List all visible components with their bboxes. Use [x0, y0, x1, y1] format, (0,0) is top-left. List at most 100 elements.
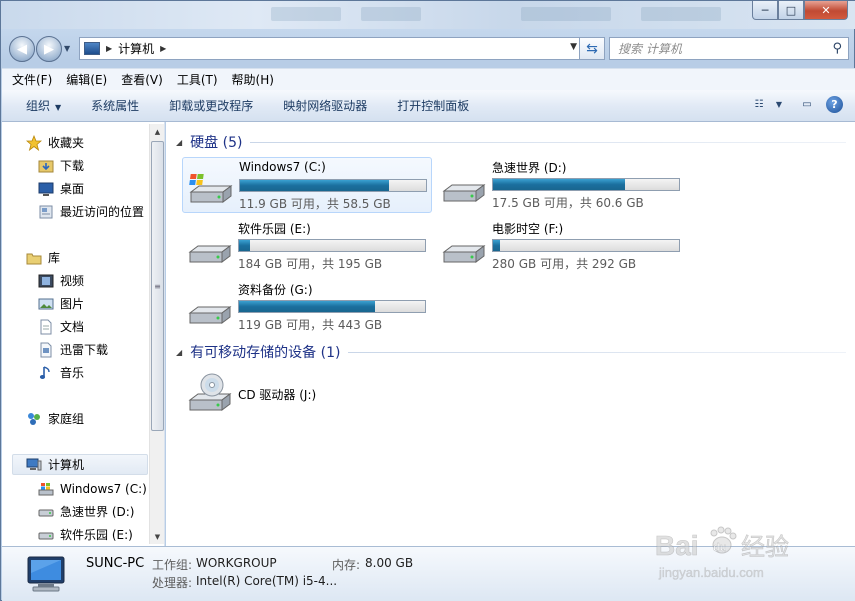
- drive-free-space: 184 GB 可用，共 195 GB: [238, 257, 383, 271]
- uninstall-program-button[interactable]: 卸载或更改程序: [169, 97, 253, 114]
- collapse-triangle-icon[interactable]: ◢: [176, 138, 182, 147]
- chevron-down-icon: ▼: [55, 103, 62, 112]
- document-icon: [38, 342, 54, 358]
- minimize-button[interactable]: ─: [752, 1, 778, 20]
- drive-name: 急速世界 (D:): [492, 161, 567, 175]
- processor-value: Intel(R) Core(TM) i5-4...: [196, 574, 338, 588]
- scroll-down-icon[interactable]: ▼: [150, 529, 165, 544]
- watermark-brand: Bai: [655, 530, 699, 561]
- forward-button[interactable]: ▶: [36, 36, 62, 62]
- usage-bar: [238, 300, 426, 313]
- breadcrumb-computer[interactable]: 计算机: [118, 40, 154, 57]
- search-input[interactable]: 搜索 计算机 ⚲: [609, 37, 849, 60]
- content-pane: ◢ 硬盘 (5) Windows7 (C:) 11.9 GB 可用，共 58.5…: [166, 122, 855, 546]
- navigation-pane: 收藏夹 下载 桌面 最近访问的位置 库 视频 图片 文档 迅雷下载 音乐 家庭组…: [2, 122, 165, 546]
- library-icon: [26, 250, 42, 266]
- usage-bar-fill: [493, 179, 626, 190]
- map-network-drive-button[interactable]: 映射网络驱动器: [283, 97, 367, 114]
- back-button[interactable]: ◀: [9, 36, 35, 62]
- menu-help[interactable]: 帮助(H): [232, 71, 274, 88]
- usage-bar: [492, 239, 680, 252]
- scrollbar-thumb[interactable]: ≡: [151, 141, 164, 431]
- system-properties-button[interactable]: 系统属性: [91, 97, 139, 114]
- organize-button[interactable]: 组织 ▼: [26, 97, 61, 114]
- drive-item-e[interactable]: 软件乐园 (E:) 184 GB 可用，共 195 GB: [182, 218, 432, 274]
- menu-file[interactable]: 文件(F): [12, 71, 52, 88]
- drive-item-cd[interactable]: CD 驱动器 (J:): [182, 366, 432, 422]
- collapse-triangle-icon[interactable]: ◢: [176, 348, 182, 357]
- usage-bar: [238, 239, 426, 252]
- memory-value: 8.00 GB: [365, 556, 414, 570]
- caption-ghost: [521, 7, 611, 21]
- sidebar-item-label: 视频: [60, 274, 85, 288]
- star-icon: [25, 134, 43, 151]
- drive-name: Windows7 (C:): [239, 160, 326, 174]
- sidebar-item-computer[interactable]: 计算机: [12, 454, 148, 475]
- group-divider: [250, 141, 846, 143]
- workgroup-value: WORKGROUP: [196, 556, 277, 570]
- usage-bar-fill: [239, 240, 251, 251]
- windows-drive-icon: [38, 481, 54, 497]
- search-icon[interactable]: ⚲: [832, 41, 842, 56]
- view-dropdown-icon[interactable]: ▼: [770, 97, 788, 113]
- address-bar[interactable]: ▶ 计算机 ▶ ▼: [79, 37, 583, 60]
- menu-edit[interactable]: 编辑(E): [66, 71, 107, 88]
- drive-item-d[interactable]: 急速世界 (D:) 17.5 GB 可用，共 60.6 GB: [436, 157, 686, 213]
- menu-tools[interactable]: 工具(T): [177, 71, 218, 88]
- sidebar-item-label: 急速世界 (D:): [60, 505, 135, 519]
- close-button[interactable]: ✕: [804, 1, 848, 20]
- sidebar-item-label: 计算机: [48, 458, 85, 472]
- drive-free-space: 17.5 GB 可用，共 60.6 GB: [492, 196, 644, 210]
- help-icon[interactable]: ?: [826, 96, 843, 113]
- hard-drive-icon: [440, 171, 488, 205]
- group-header-hdd[interactable]: ◢ 硬盘 (5): [166, 132, 846, 152]
- organize-label: 组织: [26, 99, 51, 113]
- group-title: 有可移动存储的设备 (1): [190, 345, 341, 361]
- sidebar-item-label: 收藏夹: [48, 136, 85, 150]
- processor-label: 处理器:: [152, 576, 193, 590]
- title-bar[interactable]: [1, 1, 855, 29]
- usage-bar-fill: [493, 240, 501, 251]
- watermark-graphic: Bai du 经验 jingyan.baidu.com: [655, 526, 789, 580]
- window-controls: ─ □ ✕: [752, 1, 848, 20]
- drive-name: 资料备份 (G:): [238, 283, 313, 297]
- windows-drive-icon: [187, 172, 235, 206]
- download-folder-icon: [38, 158, 54, 174]
- drive-item-g[interactable]: 资料备份 (G:) 119 GB 可用，共 443 GB: [182, 279, 432, 335]
- drive-free-space: 11.9 GB 可用，共 58.5 GB: [239, 197, 391, 211]
- maximize-button[interactable]: □: [778, 1, 804, 20]
- drive-item-c[interactable]: Windows7 (C:) 11.9 GB 可用，共 58.5 GB: [182, 157, 432, 213]
- sidebar-item-label: 图片: [60, 297, 85, 311]
- group-header-removable[interactable]: ◢ 有可移动存储的设备 (1): [166, 342, 846, 362]
- sidebar-item-label: 音乐: [60, 366, 85, 380]
- memory-label: 内存:: [332, 558, 361, 572]
- drive-name: CD 驱动器 (J:): [238, 388, 317, 402]
- address-row: ◀ ▶ ▼ ▶ 计算机 ▶ ▼ ⇆ 搜索 计算机 ⚲: [9, 35, 849, 63]
- homegroup-icon: [26, 411, 42, 427]
- sidebar-item-label: Windows7 (C:): [60, 481, 147, 496]
- sidebar-item-label: 迅雷下载: [60, 343, 109, 357]
- recent-places-icon: [38, 204, 54, 220]
- preview-pane-icon[interactable]: ▭: [798, 97, 816, 113]
- usage-bar-fill: [239, 301, 375, 312]
- view-controls: ☷ ▼ ▭ ?: [740, 96, 843, 113]
- recent-pages-dropdown[interactable]: ▼: [64, 44, 70, 53]
- menu-view[interactable]: 查看(V): [121, 71, 163, 88]
- refresh-button[interactable]: ⇆: [579, 37, 605, 60]
- watermark-jingyan: 经验: [741, 533, 789, 561]
- breadcrumb-arrow-icon[interactable]: ▶: [106, 44, 112, 53]
- scroll-up-icon[interactable]: ▲: [150, 124, 165, 139]
- video-icon: [38, 273, 54, 289]
- picture-icon: [38, 296, 54, 312]
- address-dropdown-icon[interactable]: ▼: [570, 42, 577, 52]
- usage-bar: [492, 178, 680, 191]
- breadcrumb-arrow-icon[interactable]: ▶: [160, 44, 166, 53]
- drive-item-f[interactable]: 电影时空 (F:) 280 GB 可用，共 292 GB: [436, 218, 686, 274]
- group-divider: [348, 351, 846, 353]
- desktop-icon: [38, 181, 54, 197]
- navigation-scrollbar[interactable]: ▲ ≡ ▼: [149, 124, 164, 544]
- caption-ghost: [641, 7, 721, 21]
- change-view-icon[interactable]: ☷: [750, 97, 768, 113]
- explorer-window: ─ □ ✕ ◀ ▶ ▼ ▶ 计算机 ▶ ▼ ⇆ 搜索 计算机 ⚲ 文件(F) 编…: [0, 0, 855, 601]
- open-control-panel-button[interactable]: 打开控制面板: [397, 97, 469, 114]
